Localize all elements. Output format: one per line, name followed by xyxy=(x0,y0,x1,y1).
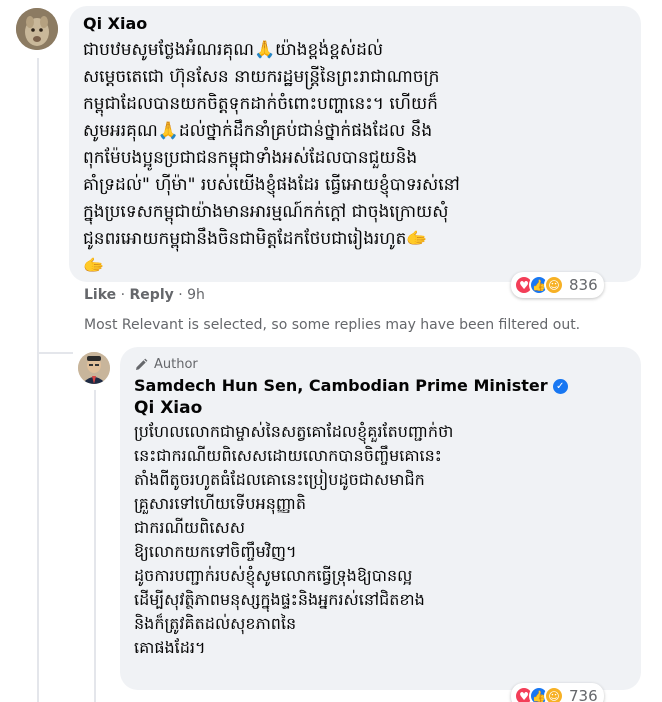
care-reaction-icon: ☺ xyxy=(544,686,564,702)
thread-line-branch xyxy=(37,352,73,354)
author-avatar[interactable] xyxy=(78,352,110,384)
comment-text: ជាបឋមសូមថ្លែងអំណរគុណ🙏យ៉ាងខ្ពង់ខ្ពស់ដល់ ស… xyxy=(83,40,460,276)
comment-timestamp[interactable]: 9h xyxy=(187,287,205,303)
comment-actions: Like · Reply · 9h xyxy=(84,287,205,303)
care-reaction-icon: ☺ xyxy=(544,275,564,295)
reaction-count: 736 xyxy=(569,687,598,702)
reply-text: ប្រហែលលោកជាម្ចាស់នៃសត្វគោដែលខ្ញុំគួរតែបញ… xyxy=(134,422,454,657)
filter-notice: Most Relevant is selected, so some repli… xyxy=(84,317,581,333)
action-separator: · xyxy=(120,287,126,303)
mention-tag[interactable]: Qi Xiao xyxy=(134,398,627,418)
reaction-count: 836 xyxy=(569,276,598,294)
author-badge: Author xyxy=(134,357,627,372)
reply-author-label[interactable]: Samdech Hun Sen, Cambodian Prime Ministe… xyxy=(134,376,548,395)
comment-bubble: Qi Xiao ជាបឋមសូមថ្លែងអំណរគុណ🙏យ៉ាងខ្ពង់ខ្… xyxy=(69,6,641,282)
reply-thread-line-vertical xyxy=(94,390,96,702)
action-separator: · xyxy=(178,287,183,303)
like-action[interactable]: Like xyxy=(84,287,116,303)
comment-reactions[interactable]: ♥ 👍 ☺ 836 xyxy=(511,272,604,298)
reply-action[interactable]: Reply xyxy=(130,287,174,303)
commenter-avatar[interactable] xyxy=(16,8,58,50)
thread-line-vertical xyxy=(37,58,39,702)
verified-badge-icon: ✓ xyxy=(552,379,568,394)
comment-author-name[interactable]: Qi Xiao xyxy=(83,14,627,33)
author-badge-label: Author xyxy=(154,357,198,372)
reply-reactions[interactable]: ♥ 👍 ☺ 736 xyxy=(511,683,604,702)
reply-author-name[interactable]: Samdech Hun Sen, Cambodian Prime Ministe… xyxy=(134,376,627,395)
pencil-icon xyxy=(136,358,148,370)
reply-bubble: Author Samdech Hun Sen, Cambodian Prime … xyxy=(120,347,641,690)
